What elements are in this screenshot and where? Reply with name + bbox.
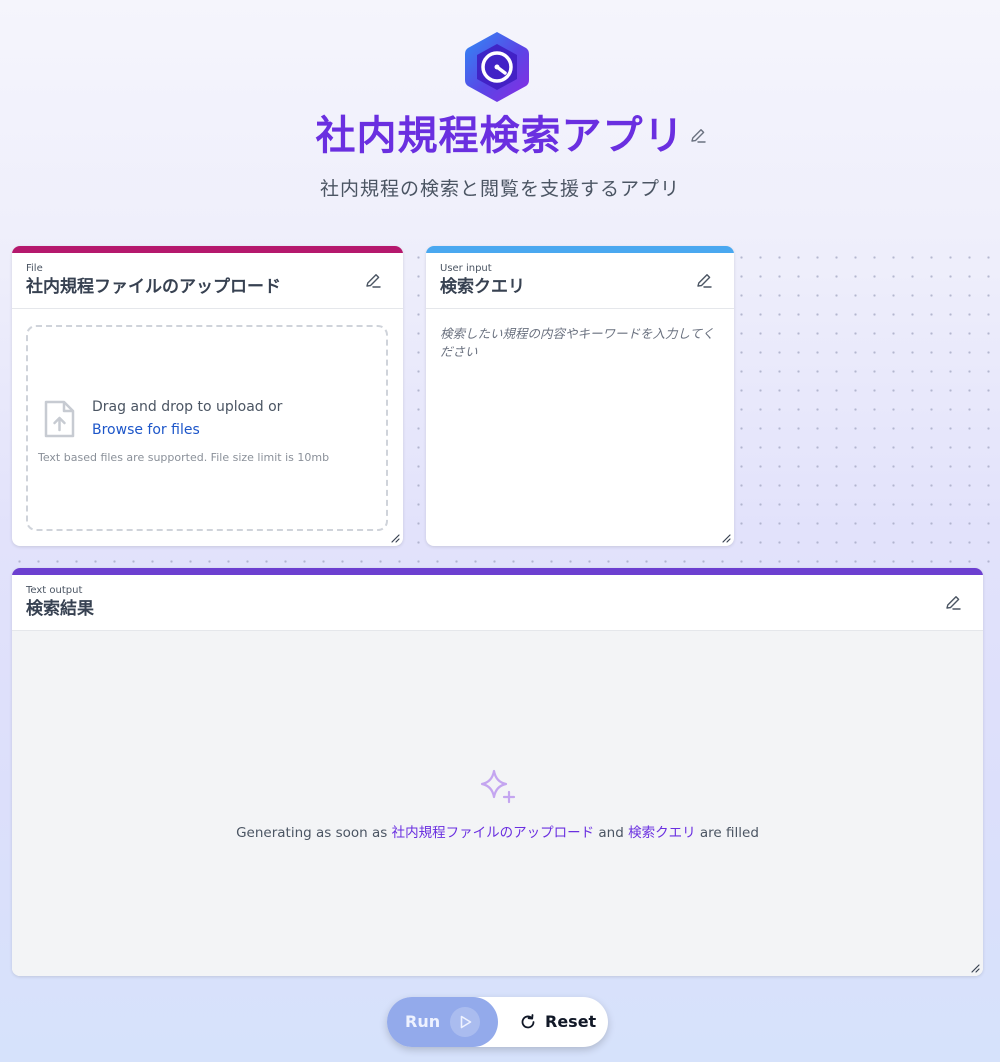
card-kind-label: User input [440,263,492,274]
pencil-icon[interactable] [694,271,714,291]
card-title: 社内規程ファイルのアップロード [26,277,281,297]
pencil-icon[interactable] [363,271,383,291]
status-field-file: 社内規程ファイルのアップロード [391,825,595,841]
refresh-icon [521,1014,535,1029]
resize-handle-icon[interactable] [390,533,400,543]
resize-handle-icon[interactable] [970,963,980,973]
query-textarea[interactable]: 検索したい規程の内容やキーワードを入力してください [440,325,720,525]
card-header: Text output 検索結果 [12,575,983,631]
page-title: 社内規程検索アプリ [315,113,685,159]
reset-button-label: Reset [545,1012,597,1031]
card-title: 検索クエリ [440,277,525,297]
reset-button[interactable]: Reset [507,997,607,1047]
output-area: Generating as soon as 社内規程ファイルのアップロード an… [12,631,983,976]
card-kind-label: Text output [26,585,83,596]
action-bar: Run Reset [387,997,608,1047]
file-dropzone[interactable]: Drag and drop to upload or Browse for fi… [26,325,388,531]
card-accent-bar [12,568,983,575]
status-joiner: and [598,825,624,841]
dropzone-note: Text based files are supported. File siz… [38,451,330,464]
status-suffix: are filled [699,825,759,841]
status-field-query: 検索クエリ [628,825,696,841]
text-output-card: Text output 検索結果 Generating as soon as 社… [12,568,983,976]
card-accent-bar [12,246,403,253]
card-header: User input 検索クエリ [426,253,734,309]
run-button[interactable]: Run [387,997,498,1047]
card-kind-label: File [26,263,43,274]
sparkle-icon [480,769,516,804]
play-icon [450,1007,480,1037]
generating-status: Generating as soon as 社内規程ファイルのアップロード an… [12,821,983,841]
card-title: 検索結果 [26,599,94,619]
file-upload-icon [44,400,75,438]
pencil-icon[interactable] [943,593,963,613]
dropzone-instruction: Drag and drop to upload or [92,399,283,415]
hexagon-clock-logo-icon [465,32,529,102]
page-subtitle: 社内規程の検索と閲覧を支援するアプリ [319,178,680,200]
query-input-card: User input 検索クエリ 検索したい規程の内容やキーワードを入力してくだ… [426,246,734,546]
run-button-label: Run [405,1012,441,1031]
pencil-icon[interactable] [688,126,708,146]
card-accent-bar [426,246,734,253]
resize-handle-icon[interactable] [721,533,731,543]
file-upload-card: File 社内規程ファイルのアップロード Drag and drop to up… [12,246,403,546]
browse-files-link[interactable]: Browse for files [92,422,200,438]
card-header: File 社内規程ファイルのアップロード [12,253,403,309]
status-prefix: Generating as soon as [236,825,388,841]
title-row: 社内規程検索アプリ [0,108,1000,164]
